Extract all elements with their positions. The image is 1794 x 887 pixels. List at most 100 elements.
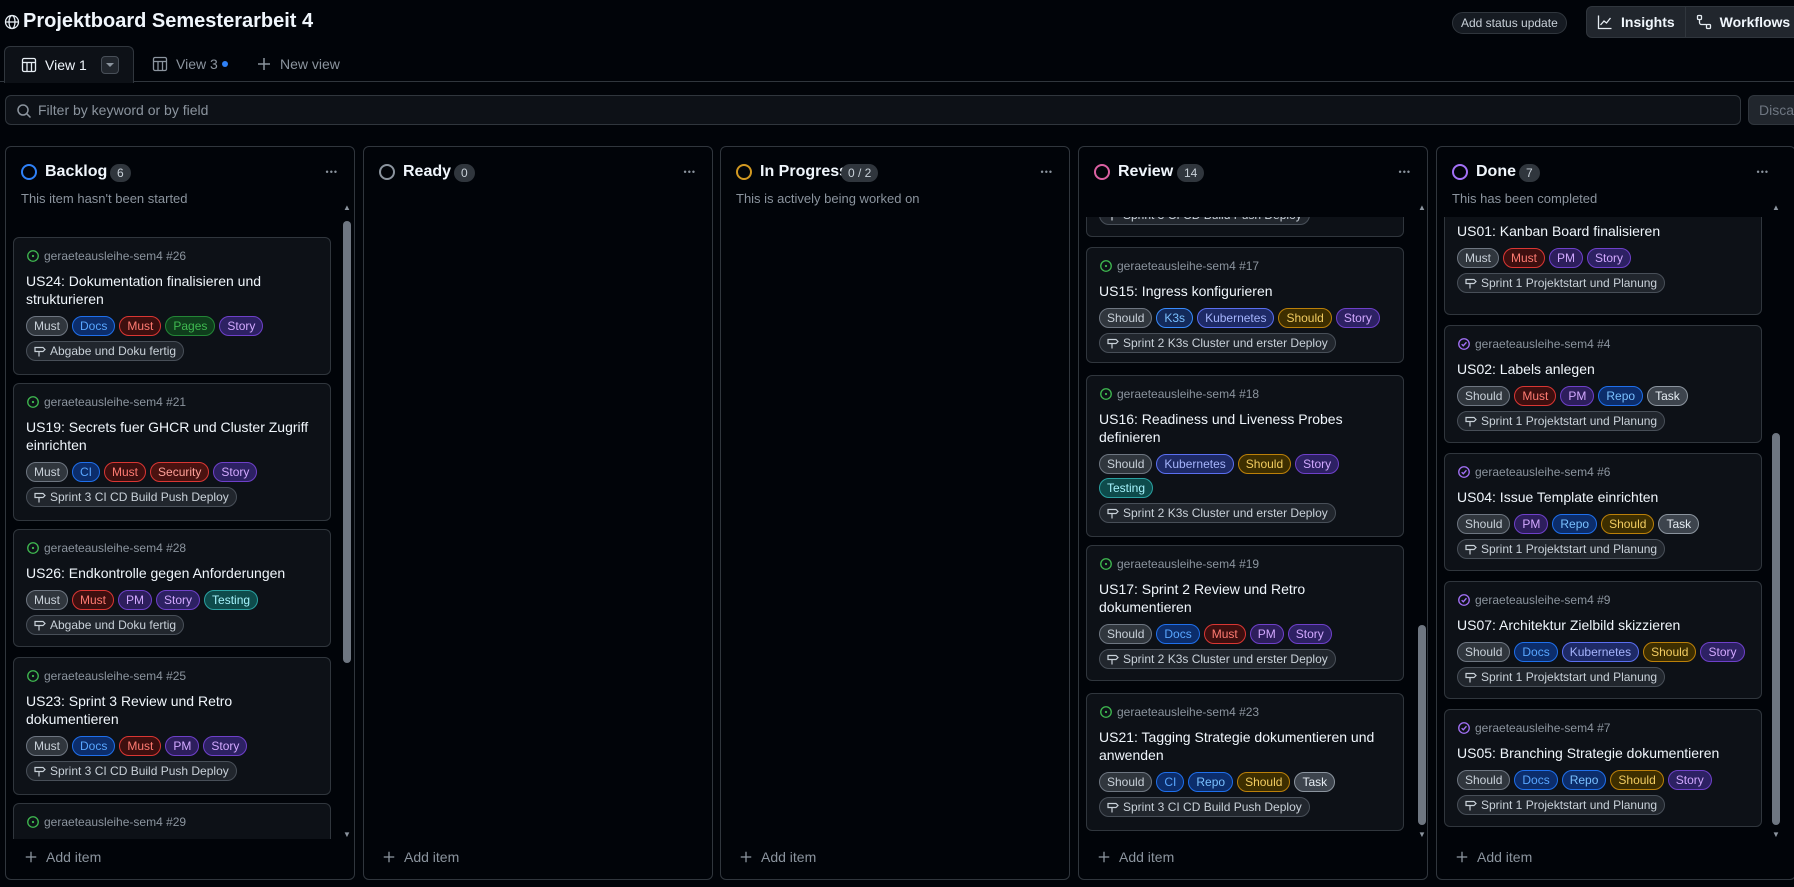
label-story[interactable]: Story [1667,770,1712,790]
label-pages[interactable]: Pages [165,316,216,336]
column-scrollbar[interactable]: ▲ ▼ [1771,203,1781,839]
scroll-thumb[interactable] [1772,433,1780,825]
card-title[interactable]: US04: Issue Template einrichten [1457,488,1749,506]
label-must[interactable]: Must [26,736,69,756]
label-should[interactable]: Should [1237,454,1292,474]
repo-ref[interactable]: geraeteausleihe-sem4 #21 [44,395,186,409]
repo-ref[interactable]: geraeteausleihe-sem4 #23 [1117,705,1259,719]
column-menu-button[interactable]: ••• [326,167,338,177]
issue-card[interactable]: Sprint 3 CI CD Build Push Deploy [1086,217,1404,237]
label-docs[interactable]: Docs [72,736,116,756]
label-kubernetes[interactable]: Kubernetes [1197,308,1275,328]
label-story[interactable]: Story [203,736,248,756]
issue-card[interactable]: geraeteausleihe-sem4 #21 US19: Secrets fu… [13,383,331,521]
label-should[interactable]: Should [1278,308,1332,328]
label-must[interactable]: Must [26,316,69,336]
label-pm[interactable]: PM [118,590,153,610]
add-item-button[interactable]: Add item [24,849,101,865]
scroll-up-arrow[interactable]: ▲ [1417,203,1427,212]
label-repo[interactable]: Repo [1598,386,1644,406]
label-docs[interactable]: Docs [1514,642,1558,662]
column-menu-button[interactable]: ••• [684,167,696,177]
workflows-button[interactable]: Workflows [1686,7,1794,37]
label-should[interactable]: Should [1457,770,1511,790]
label-repo[interactable]: Repo [1561,770,1607,790]
milestone-badge[interactable]: Sprint 1 Projektstart und Planung [1457,539,1666,559]
label-should[interactable]: Should [1457,514,1511,534]
issue-card[interactable]: geraeteausleihe-sem4 #6 US04: Issue Templ… [1444,453,1762,571]
scroll-thumb[interactable] [343,221,351,663]
repo-ref[interactable]: geraeteausleihe-sem4 #29 [44,815,186,829]
label-should[interactable]: Should [1457,642,1511,662]
label-ci[interactable]: CI [1156,772,1185,792]
card-title[interactable]: US26: Endkontrolle gegen Anforderungen [26,564,318,582]
repo-ref[interactable]: geraeteausleihe-sem4 #7 [1475,721,1610,735]
repo-ref[interactable]: geraeteausleihe-sem4 #26 [44,249,186,263]
label-pm[interactable]: PM [165,736,200,756]
milestone-badge[interactable]: Sprint 1 Projektstart und Planung [1457,411,1666,431]
label-pm[interactable]: PM [1249,624,1284,644]
column-menu-button[interactable]: ••• [1041,167,1053,177]
label-must[interactable]: Must [1203,624,1246,644]
discard-button[interactable]: Discard [1748,95,1794,125]
add-item-button[interactable]: Add item [739,849,816,865]
issue-card[interactable]: geraeteausleihe-sem4 #4 US02: Labels anle… [1444,325,1762,443]
label-must[interactable]: Must [72,590,115,610]
label-should[interactable]: Should [1610,770,1664,790]
issue-card[interactable]: geraeteausleihe-sem4 #19 US17: Sprint 2 R… [1086,545,1404,681]
label-must[interactable]: Must [1514,386,1557,406]
label-should[interactable]: Should [1099,308,1153,328]
milestone-badge[interactable]: Abgabe und Doku fertig [26,615,185,635]
card-title[interactable]: US02: Labels anlegen [1457,360,1749,378]
milestone-badge[interactable]: Sprint 3 CI CD Build Push Deploy [1099,797,1310,817]
label-k3s[interactable]: K3s [1156,308,1194,328]
label-kubernetes[interactable]: Kubernetes [1156,454,1234,474]
milestone-badge[interactable]: Sprint 1 Projektstart und Planung [1457,667,1666,687]
add-status-update-button[interactable]: Add status update [1452,12,1567,34]
label-docs[interactable]: Docs [72,316,116,336]
label-must[interactable]: Must [26,590,69,610]
issue-card[interactable]: geraeteausleihe-sem4 #9 US07: Architektur… [1444,581,1762,699]
label-must[interactable]: Must [119,736,162,756]
repo-ref[interactable]: geraeteausleihe-sem4 #17 [1117,259,1259,273]
scroll-down-arrow[interactable]: ▼ [1417,830,1427,839]
scroll-down-arrow[interactable]: ▼ [1771,830,1781,839]
card-title[interactable]: US01: Kanban Board finalisieren [1457,222,1749,240]
repo-ref[interactable]: geraeteausleihe-sem4 #25 [44,669,186,683]
repo-ref[interactable]: geraeteausleihe-sem4 #9 [1475,593,1610,607]
label-task[interactable]: Task [1647,386,1688,406]
milestone-badge[interactable]: Sprint 2 K3s Cluster und erster Deploy [1099,503,1336,523]
filter-input[interactable] [38,100,1728,120]
label-should[interactable]: Should [1237,772,1291,792]
repo-ref[interactable]: geraeteausleihe-sem4 #28 [44,541,186,555]
repo-ref[interactable]: geraeteausleihe-sem4 #6 [1475,465,1610,479]
scroll-thumb[interactable] [1418,625,1426,825]
label-should[interactable]: Should [1601,514,1655,534]
column-menu-button[interactable]: ••• [1757,167,1769,177]
label-pm[interactable]: PM [1514,514,1549,534]
label-story[interactable]: Story [1700,642,1745,662]
milestone-badge[interactable]: Sprint 1 Projektstart und Planung [1457,795,1666,815]
scroll-up-arrow[interactable]: ▲ [1771,203,1781,212]
label-should[interactable]: Should [1099,454,1153,474]
issue-card[interactable]: geraeteausleihe-sem4 #28 US26: Endkontrol… [13,529,331,647]
label-must[interactable]: Must [26,462,69,482]
tab-view-1[interactable]: View 1 [4,46,134,83]
card-title[interactable]: US15: Ingress konfigurieren [1099,282,1391,300]
card-title[interactable]: US27: Abgabe Links und Paket bereitstell… [26,838,318,839]
repo-ref[interactable]: geraeteausleihe-sem4 #19 [1117,557,1259,571]
label-should[interactable]: Should [1099,624,1153,644]
label-story[interactable]: Story [1287,624,1332,644]
label-must[interactable]: Must [119,316,162,336]
label-should[interactable]: Should [1099,772,1153,792]
label-story[interactable]: Story [156,590,201,610]
issue-card[interactable]: geraeteausleihe-sem4 #25 US23: Sprint 3 R… [13,657,331,795]
issue-card[interactable]: geraeteausleihe-sem4 #18 US16: Readiness … [1086,375,1404,537]
label-pm[interactable]: PM [1560,386,1595,406]
issue-card[interactable]: geraeteausleihe-sem4 #7 US05: Branching S… [1444,709,1762,827]
label-testing[interactable]: Testing [204,590,259,610]
label-story[interactable]: Story [1335,308,1380,328]
label-must[interactable]: Must [104,462,147,482]
view-options-button[interactable] [100,56,119,74]
issue-card[interactable]: geraeteausleihe-sem4 #17 US15: Ingress ko… [1086,247,1404,363]
